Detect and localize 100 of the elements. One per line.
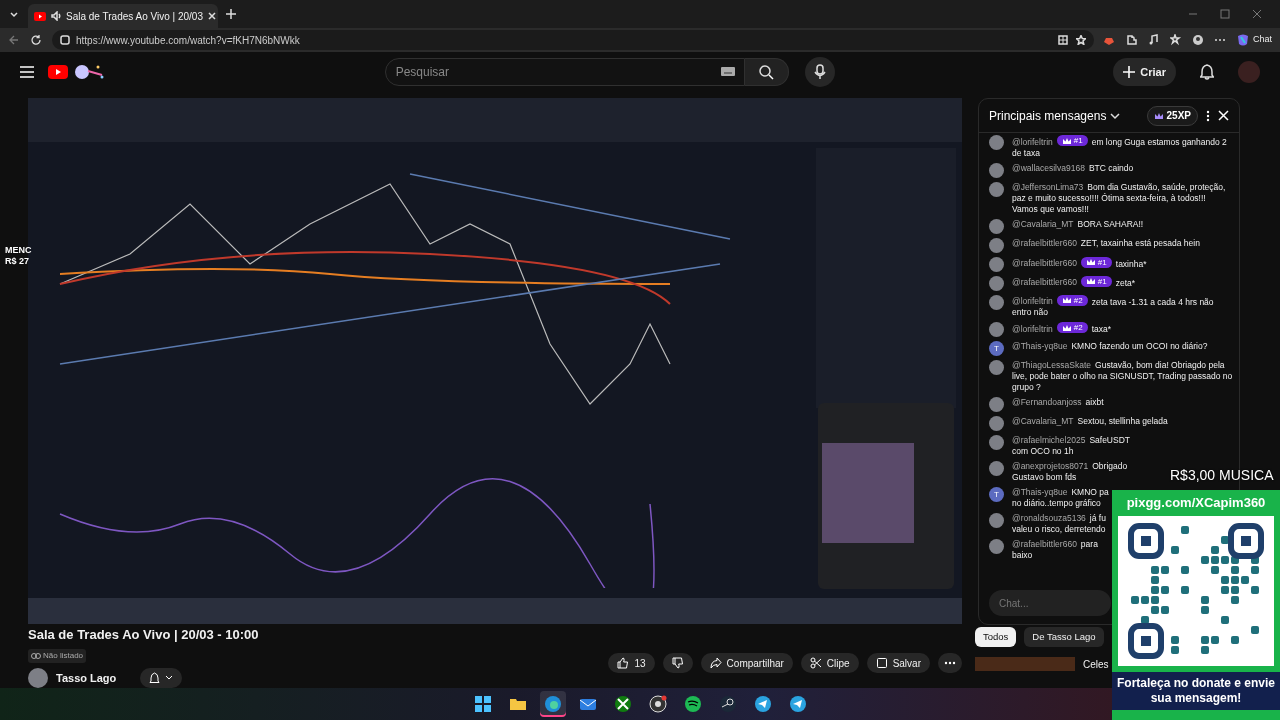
more-button[interactable] xyxy=(938,653,962,673)
chat-message: @rafaelmichel2025 SafeUSDT com OCO no 1h xyxy=(1012,435,1130,457)
channel-name[interactable]: Tasso Lago xyxy=(56,669,117,687)
clip-button[interactable]: Clipe xyxy=(800,653,859,673)
search-button[interactable] xyxy=(744,58,789,86)
keyboard-icon[interactable] xyxy=(720,67,735,76)
rank-badge: #1 xyxy=(1080,256,1112,268)
xbox-icon xyxy=(613,695,632,713)
avatar xyxy=(989,294,1004,310)
chat-message: @JeffersonLima73 Bom dia Gustavão, saúde, proteção, paz e muito sucesso!!!! Ótima sexta-feira, à todos!!! Vamos que vamos!!! xyxy=(1012,181,1227,215)
chat-message: @Thais-yq8ue KMNO fazendo um OCOI no diário? xyxy=(1012,341,1208,352)
chat-message: @rafaelbittler660 para baixo xyxy=(1012,539,1099,561)
reload-icon[interactable] xyxy=(30,34,42,46)
rank-badge: #2 xyxy=(1056,294,1088,306)
qr-code-icon xyxy=(1126,520,1266,661)
video-title: Sala de Trades Ao Vivo | 20/03 - 10:00 xyxy=(28,627,260,642)
overlay-text: MENC xyxy=(5,245,32,256)
chat-message: @rafaelbittler660 #1 taxinha* xyxy=(1012,256,1147,269)
avatar xyxy=(989,322,1004,337)
chat-message: @wallacesilva9168 BTC caindo xyxy=(1012,162,1134,174)
share-button[interactable]: Compartilhar xyxy=(700,653,793,673)
dislike-button[interactable] xyxy=(662,653,693,673)
logo-icon[interactable] xyxy=(48,65,68,79)
url-text: https://www.youtube.com/watch?v=fKH7N6bNWkk xyxy=(76,33,300,48)
record-icon xyxy=(648,695,667,713)
back-icon[interactable] xyxy=(8,34,20,46)
profile-icon[interactable] xyxy=(1192,34,1204,46)
avatar xyxy=(989,435,1004,450)
chat-message: @lorifeltrin #1 em long Guga estamos ganhando 2 de taxa xyxy=(1012,135,1228,159)
search-icon xyxy=(758,64,775,80)
telegram-icon xyxy=(788,695,807,713)
filter-chip[interactable]: De Tasso Lago xyxy=(1024,627,1104,647)
site-info-icon[interactable] xyxy=(60,35,70,45)
channel-avatar[interactable] xyxy=(28,668,48,688)
menu-icon[interactable] xyxy=(20,66,34,78)
chat-message: @rafaelbittler660 ZET, taxainha está pesada hein xyxy=(1012,237,1200,249)
copilot-icon xyxy=(1236,33,1250,47)
chat-input[interactable]: Chat... xyxy=(989,590,1111,616)
avatar xyxy=(989,397,1004,412)
chat-mode-dropdown[interactable]: Principais mensagens xyxy=(989,106,1121,125)
avatar xyxy=(989,237,1004,253)
thumbs-up-icon xyxy=(617,657,630,669)
chat-message: @Cavalaria_MT BORA SAHARA!! xyxy=(1012,218,1144,230)
favorites-icon[interactable] xyxy=(1170,34,1182,46)
donation-amount: R$3,00 MUSICA xyxy=(1170,466,1274,484)
speaker-icon[interactable] xyxy=(51,11,61,21)
grid-icon[interactable] xyxy=(1058,35,1068,45)
address-bar[interactable]: https://www.youtube.com/watch?v=fKH7N6bNWkk xyxy=(52,30,1094,50)
microphone-button[interactable] xyxy=(804,57,835,87)
crown-icon xyxy=(1061,323,1072,332)
avatar xyxy=(989,162,1004,178)
avatar: T xyxy=(989,487,1004,502)
avatar xyxy=(989,135,1004,150)
browser-icon xyxy=(543,695,562,713)
visibility-label: Não listado xyxy=(28,649,87,663)
doodle-icon[interactable] xyxy=(72,63,106,81)
chat-message: @ronaldsouza5136 já fu valeu o risco, derretendo xyxy=(1012,513,1107,535)
rank-badge: #1 xyxy=(1080,275,1112,287)
avatar xyxy=(989,275,1004,291)
avatar xyxy=(989,461,1004,476)
video-site-icon xyxy=(34,11,46,21)
avatar xyxy=(989,416,1004,431)
overlay-text: R$ 27 xyxy=(5,256,31,267)
notifications-icon[interactable] xyxy=(1200,64,1214,80)
music-icon[interactable] xyxy=(1148,34,1160,46)
caret-icon xyxy=(165,675,174,681)
chat-message: @Fernandoanjoss aixbt xyxy=(1012,397,1104,408)
avatar xyxy=(989,218,1004,234)
maximize-icon[interactable] xyxy=(1220,9,1230,19)
create-button[interactable]: Criar xyxy=(1113,58,1176,86)
chevron-down-icon xyxy=(1110,111,1121,120)
search-field[interactable]: Pesquisar xyxy=(384,58,745,86)
spotify-icon xyxy=(683,695,702,713)
like-button[interactable]: 13 xyxy=(608,653,655,673)
xp-badge[interactable]: 25XP xyxy=(1146,105,1198,126)
taskbar-app[interactable] xyxy=(539,691,566,717)
windows-icon xyxy=(473,695,492,713)
bookmark-icon xyxy=(875,657,888,669)
scissors-icon xyxy=(809,657,822,669)
telegram-icon xyxy=(753,695,772,713)
donation-message: Fortaleça no donate e envie sua mensagem! xyxy=(1112,671,1280,710)
save-button[interactable]: Salvar xyxy=(866,653,930,673)
chat-button[interactable]: Chat xyxy=(1236,33,1272,47)
chat-message: @rafaelbittler660 #1 zeta* xyxy=(1012,275,1136,288)
avatar xyxy=(989,256,1004,272)
subscription-bell-button[interactable] xyxy=(140,668,183,688)
star-icon[interactable] xyxy=(1076,35,1086,45)
more-icon[interactable] xyxy=(1206,109,1210,122)
chat-message: @ThiagoLessaSkate Gustavão, bom dia! Obriagdo pela live, pode bater o olho na SIGNUSDT, Trading passado no grupo ? xyxy=(1012,360,1233,393)
chat-message: @anexprojetos8071 Obrigado Gustavo bom fds xyxy=(1012,461,1128,483)
chat-message: @Cavalaria_MT Sextou, stellinha gelada xyxy=(1012,416,1168,427)
thumbs-down-icon xyxy=(671,657,684,669)
recommendation-title[interactable]: Celes xyxy=(1083,657,1109,672)
browser-tab[interactable]: Sala de Trades Ao Vivo | 20/03 xyxy=(28,4,218,28)
new-tab-icon[interactable] xyxy=(226,9,236,19)
avatar xyxy=(989,181,1004,197)
thumbnail-placeholder[interactable] xyxy=(975,657,1075,671)
filter-chip[interactable]: Todos xyxy=(975,627,1017,647)
chat-message: @lorifeltrin #2 zeta tava -1.31 a cada 4 hrs não entro não xyxy=(1012,294,1215,318)
avatar xyxy=(989,513,1004,528)
